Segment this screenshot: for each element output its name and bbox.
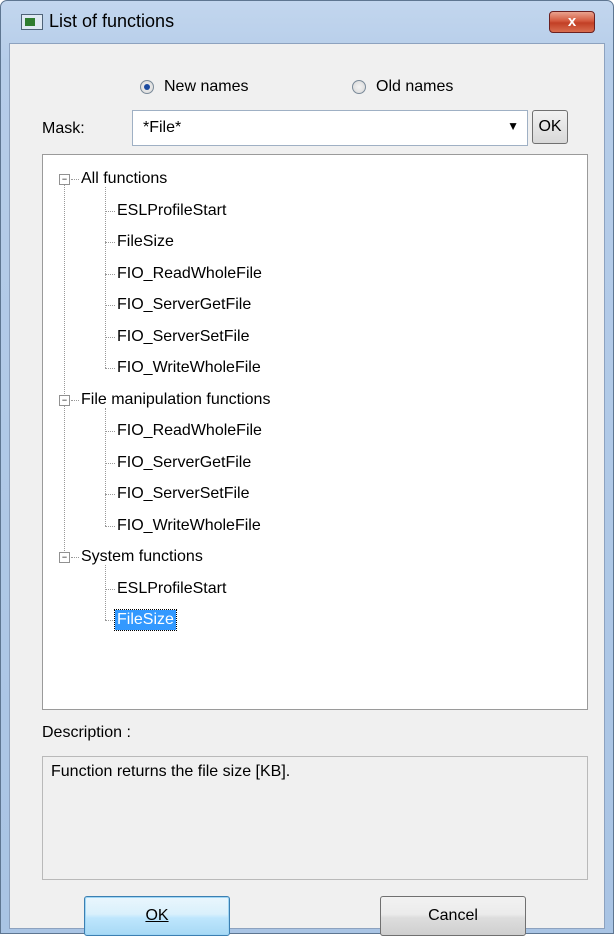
radio-new-names-label: New names xyxy=(164,78,249,95)
tree-item[interactable]: FIO_WriteWholeFile xyxy=(115,354,263,382)
tree-group[interactable]: All functions xyxy=(79,165,169,193)
tree-item[interactable]: FIO_ServerSetFile xyxy=(115,323,251,351)
tree-group-label: File manipulation functions xyxy=(81,390,271,408)
tree-item[interactable]: FileSize xyxy=(115,228,176,256)
mask-combobox[interactable]: *File* ▼ xyxy=(132,110,528,146)
radio-old-names[interactable]: Old names xyxy=(352,78,453,96)
tree-item-label: FIO_ReadWholeFile xyxy=(117,422,262,439)
collapse-icon[interactable]: − xyxy=(59,552,70,563)
tree-item[interactable]: FIO_ServerGetFile xyxy=(115,449,253,477)
close-icon: x xyxy=(567,13,577,30)
collapse-icon[interactable]: − xyxy=(59,174,70,185)
tree-item[interactable]: FIO_WriteWholeFile xyxy=(115,512,263,540)
collapse-icon[interactable]: − xyxy=(59,394,70,406)
radio-selected-icon xyxy=(140,80,154,94)
tree-item-label: ESLProfileStart xyxy=(117,579,227,597)
ok-button[interactable]: OK xyxy=(84,896,230,936)
tree-item-label-selected: FileSize xyxy=(114,609,177,631)
tree-item-label: FIO_ReadWholeFile xyxy=(117,264,262,282)
close-button[interactable]: x xyxy=(549,11,595,33)
tree-item[interactable]: FIO_ServerSetFile xyxy=(115,480,251,508)
tree-item-label: ESLProfileStart xyxy=(117,201,227,219)
mask-label: Mask: xyxy=(42,120,85,137)
function-tree[interactable]: − All functions ESLProfileStart FileSize FIO… xyxy=(42,154,588,710)
tree-item[interactable]: FileSize xyxy=(114,606,177,634)
tree-item-label: FIO_WriteWholeFile xyxy=(117,516,261,534)
tree-item-label: FIO_ServerSetFile xyxy=(117,327,250,345)
tree-item-label: FIO_ServerGetFile xyxy=(117,296,252,313)
radio-unselected-icon xyxy=(352,80,366,94)
tree-group[interactable]: File manipulation functions xyxy=(79,386,272,414)
radio-old-names-label: Old names xyxy=(376,78,454,95)
tree-item[interactable]: FIO_ReadWholeFile xyxy=(115,417,264,445)
description-box: Function returns the file size [KB]. xyxy=(42,756,588,880)
tree-group-label: System functions xyxy=(81,548,203,565)
dialog-window: List of functions x New names Old names … xyxy=(0,0,614,936)
window-title: List of functions xyxy=(49,11,175,31)
tree-item-label: FIO_WriteWholeFile xyxy=(117,359,261,376)
tree-group-label: All functions xyxy=(81,170,168,187)
app-icon xyxy=(21,14,43,30)
tree-item[interactable]: FIO_ReadWholeFile xyxy=(115,260,264,288)
tree-item[interactable]: ESLProfileStart xyxy=(115,575,228,603)
title-bar[interactable]: List of functions x xyxy=(1,1,613,39)
cancel-button[interactable]: Cancel xyxy=(380,896,526,936)
tree-item[interactable]: ESLProfileStart xyxy=(115,197,228,225)
tree-item[interactable]: FIO_ServerGetFile xyxy=(115,291,253,319)
radio-new-names[interactable]: New names xyxy=(140,78,248,96)
dialog-body: New names Old names Mask: *File* ▼ OK − A… xyxy=(9,43,605,936)
tree-item-label: FileSize xyxy=(117,233,174,250)
tree-item-label: FIO_ServerSetFile xyxy=(117,485,250,502)
cancel-button-label: Cancel xyxy=(428,907,478,924)
description-text: Function returns the file size [KB]. xyxy=(51,763,291,780)
tree-item-label: FIO_ServerGetFile xyxy=(117,453,252,471)
mask-ok-button[interactable]: OK xyxy=(532,110,568,144)
ok-button-label: OK xyxy=(145,907,169,924)
tree-group[interactable]: System functions xyxy=(79,543,205,571)
dropdown-arrow-icon[interactable]: ▼ xyxy=(507,119,519,133)
description-label: Description : xyxy=(42,724,131,741)
mask-value: *File* xyxy=(143,119,182,136)
